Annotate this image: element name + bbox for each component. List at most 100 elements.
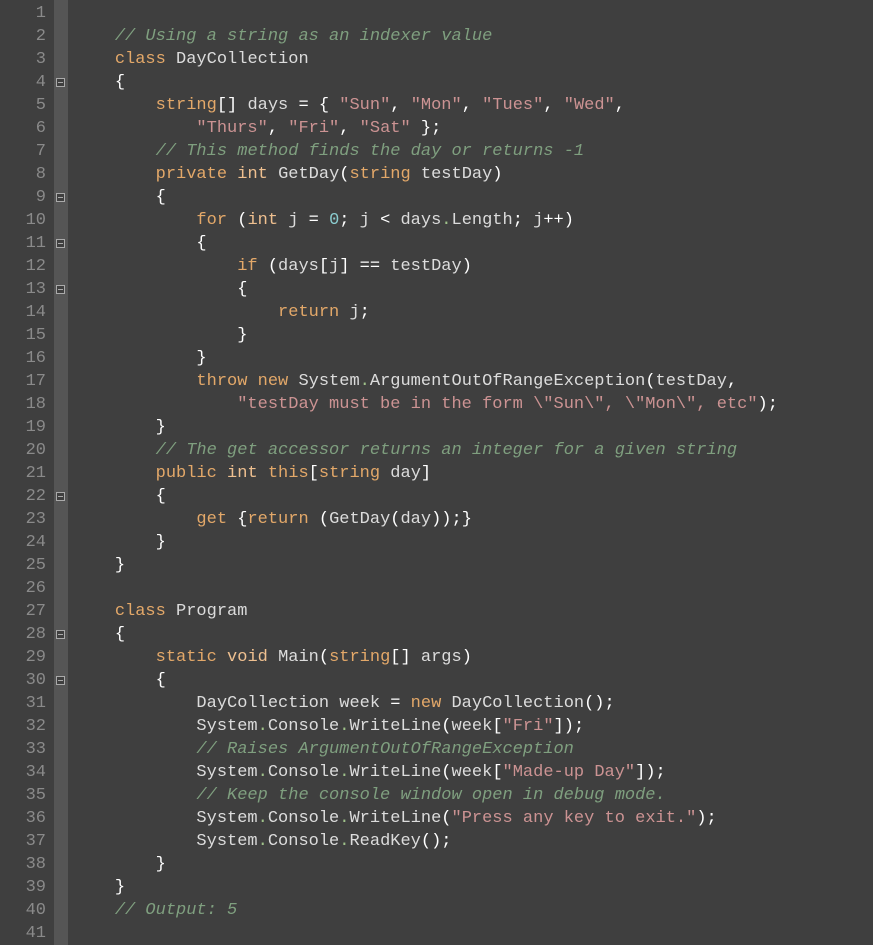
fold-toggle-icon[interactable] (56, 630, 65, 639)
code-token: , (543, 96, 553, 115)
code-token: ( (319, 648, 329, 667)
code-line[interactable]: string[] days = { "Sun", "Mon", "Tues", … (74, 94, 778, 117)
code-line[interactable]: return j; (74, 301, 778, 324)
code-line[interactable] (74, 2, 778, 25)
code-token: static (156, 648, 217, 667)
fold-toggle-icon[interactable] (56, 78, 65, 87)
line-number: 9 (0, 186, 46, 209)
code-token: System (298, 372, 359, 391)
code-line[interactable]: // The get accessor returns an integer f… (74, 439, 778, 462)
code-token (166, 602, 176, 621)
code-token: Program (176, 602, 247, 621)
code-token: } (115, 556, 125, 575)
code-line[interactable]: // This method finds the day or returns … (74, 140, 778, 163)
code-line[interactable]: } (74, 531, 778, 554)
code-token: ( (441, 717, 451, 736)
code-editor[interactable]: // Using a string as an indexer value cl… (68, 0, 778, 945)
code-line[interactable]: } (74, 416, 778, 439)
code-line[interactable]: System.Console.WriteLine(week["Fri"]); (74, 715, 778, 738)
code-line[interactable]: // Using a string as an indexer value (74, 25, 778, 48)
line-number: 39 (0, 876, 46, 899)
code-token: // Raises ArgumentOutOfRangeException (196, 740, 573, 759)
code-token (441, 694, 451, 713)
code-token (74, 96, 156, 115)
code-line[interactable]: } (74, 324, 778, 347)
code-line[interactable]: class Program (74, 600, 778, 623)
code-line[interactable]: System.Console.WriteLine(week["Made-up D… (74, 761, 778, 784)
code-token (74, 372, 196, 391)
code-token: = (298, 96, 308, 115)
code-line[interactable]: { (74, 669, 778, 692)
code-token: ( (441, 809, 451, 828)
code-token: { (237, 510, 247, 529)
code-line[interactable]: { (74, 71, 778, 94)
code-line[interactable]: get {return (GetDay(day));} (74, 508, 778, 531)
code-line[interactable]: DayCollection week = new DayCollection()… (74, 692, 778, 715)
code-line[interactable]: throw new System.ArgumentOutOfRangeExcep… (74, 370, 778, 393)
code-line[interactable]: } (74, 876, 778, 899)
code-token (309, 96, 319, 115)
code-token (74, 832, 196, 851)
code-token: if (237, 257, 257, 276)
code-token: ; (360, 303, 370, 322)
line-number: 1 (0, 2, 46, 25)
code-token (278, 211, 288, 230)
line-number: 20 (0, 439, 46, 462)
code-token: WriteLine (349, 763, 441, 782)
code-token: week (452, 717, 493, 736)
code-token: ( (441, 763, 451, 782)
code-token: this (268, 464, 309, 483)
code-line[interactable]: private int GetDay(string testDay) (74, 163, 778, 186)
code-token (74, 763, 196, 782)
code-token: "Wed" (564, 96, 615, 115)
code-token: void (227, 648, 268, 667)
code-line[interactable]: // Raises ArgumentOutOfRangeException (74, 738, 778, 761)
fold-toggle-icon[interactable] (56, 193, 65, 202)
code-token: private (156, 165, 227, 184)
code-token (411, 648, 421, 667)
fold-toggle-icon[interactable] (56, 239, 65, 248)
code-line[interactable]: } (74, 347, 778, 370)
code-line[interactable]: { (74, 186, 778, 209)
code-token (74, 809, 196, 828)
fold-toggle-icon[interactable] (56, 676, 65, 685)
code-line[interactable]: } (74, 554, 778, 577)
code-line[interactable]: System.Console.WriteLine("Press any key … (74, 807, 778, 830)
code-token: = (390, 694, 400, 713)
fold-toggle-icon[interactable] (56, 492, 65, 501)
code-line[interactable]: // Output: 5 (74, 899, 778, 922)
code-token (74, 27, 115, 46)
code-line[interactable]: if (days[j] == testDay) (74, 255, 778, 278)
fold-column[interactable] (54, 0, 68, 945)
code-line[interactable]: { (74, 485, 778, 508)
code-token (217, 464, 227, 483)
code-token (288, 96, 298, 115)
code-token: week (452, 763, 493, 782)
code-line[interactable]: { (74, 623, 778, 646)
code-token (74, 257, 237, 276)
code-line[interactable]: public int this[string day] (74, 462, 778, 485)
code-token (74, 326, 237, 345)
code-line[interactable]: { (74, 232, 778, 255)
code-line[interactable] (74, 577, 778, 600)
code-line[interactable]: "testDay must be in the form \"Sun\", \"… (74, 393, 778, 416)
fold-toggle-icon[interactable] (56, 285, 65, 294)
code-line[interactable]: static void Main(string[] args) (74, 646, 778, 669)
code-line[interactable]: class DayCollection (74, 48, 778, 71)
code-token (268, 165, 278, 184)
code-line[interactable]: System.Console.ReadKey(); (74, 830, 778, 853)
code-token: ; (656, 763, 666, 782)
code-line[interactable]: } (74, 853, 778, 876)
code-line[interactable]: // Keep the console window open in debug… (74, 784, 778, 807)
line-number: 32 (0, 715, 46, 738)
code-line[interactable]: "Thurs", "Fri", "Sat" }; (74, 117, 778, 140)
code-token: // Output: 5 (115, 901, 237, 920)
code-token (309, 510, 319, 529)
code-line[interactable]: for (int j = 0; j < days.Length; j++) (74, 209, 778, 232)
code-line[interactable]: { (74, 278, 778, 301)
code-line[interactable] (74, 922, 778, 945)
code-token: GetDay (278, 165, 339, 184)
line-number: 12 (0, 255, 46, 278)
code-token: System (196, 717, 257, 736)
code-token: ; (431, 119, 441, 138)
